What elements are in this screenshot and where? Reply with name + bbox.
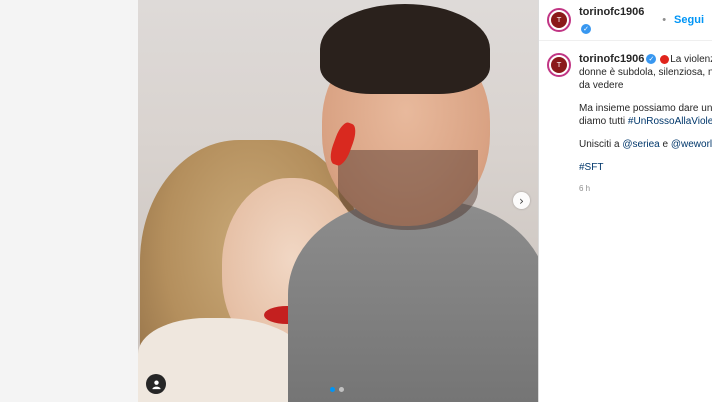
modal-backdrop[interactable] — [0, 0, 138, 402]
post-header: T torinofc1906 ✓ • Segui — [539, 0, 712, 41]
hashtag-link[interactable]: #UnRossoAllaViole — [628, 116, 712, 127]
user-icon — [151, 379, 161, 389]
photo-man-beard — [338, 150, 478, 230]
torino-logo-icon: T — [551, 12, 567, 28]
carousel-dot — [330, 387, 335, 392]
next-slide-button[interactable]: › — [513, 192, 530, 209]
verified-badge-icon: ✓ — [581, 23, 591, 34]
photo-man-sweater — [288, 200, 538, 402]
caption-paragraph-2: Ma insieme possiamo dare un diamo tutti … — [579, 102, 712, 128]
post-modal: › T torinofc1906✓ • Segui T torinofc1906… — [138, 0, 712, 402]
caption-text: diamo tutti — [579, 116, 626, 127]
post-timestamp[interactable]: 6 h — [579, 182, 707, 195]
avatar[interactable]: T — [547, 8, 571, 32]
separator: • — [662, 14, 667, 26]
caption-username-link[interactable]: torinofc1906 — [579, 53, 644, 65]
post-sidebar: T torinofc1906✓ • Segui T torinofc1906 ✓ … — [538, 0, 712, 402]
red-circle-emoji-icon — [660, 54, 670, 64]
caption-text: donne è subdola, silenziosa, no — [579, 67, 712, 78]
caption-paragraph-1: torinofc1906✓ La violenza donne è subdol… — [579, 53, 712, 92]
caption-text: Ma insieme possiamo dare un — [579, 103, 712, 114]
mention-link[interactable]: @weworld — [671, 139, 712, 150]
post-media[interactable]: › — [138, 0, 538, 402]
carousel-dot — [339, 387, 344, 392]
caption-paragraph-3: Unisciti a @seriea e @weworld — [579, 138, 712, 151]
torino-logo-icon: T — [551, 57, 567, 73]
caption-text: Unisciti a — [579, 139, 620, 150]
mention-link[interactable]: @seriea — [622, 139, 659, 150]
avatar[interactable]: T — [547, 53, 571, 77]
caption: torinofc1906✓ La violenza donne è subdol… — [579, 53, 712, 195]
header-username-group: torinofc1906 ✓ — [579, 2, 654, 38]
hashtag-link[interactable]: #SFT — [579, 162, 603, 173]
username-link[interactable]: torinofc1906 — [579, 6, 644, 18]
photo-man-hair — [320, 4, 490, 94]
caption-text: La violenza — [670, 54, 712, 65]
tagged-users-button[interactable] — [146, 374, 166, 394]
carousel-indicator — [330, 387, 344, 392]
chevron-right-icon: › — [519, 193, 524, 208]
verified-badge-icon: ✓ — [646, 54, 657, 65]
caption-text: da vedere — [579, 80, 624, 91]
caption-text: e — [662, 139, 669, 150]
follow-button[interactable]: Segui — [674, 14, 704, 26]
caption-row: T torinofc1906✓ La violenza donne è subd… — [539, 41, 712, 207]
caption-paragraph-4: #SFT — [579, 161, 707, 174]
